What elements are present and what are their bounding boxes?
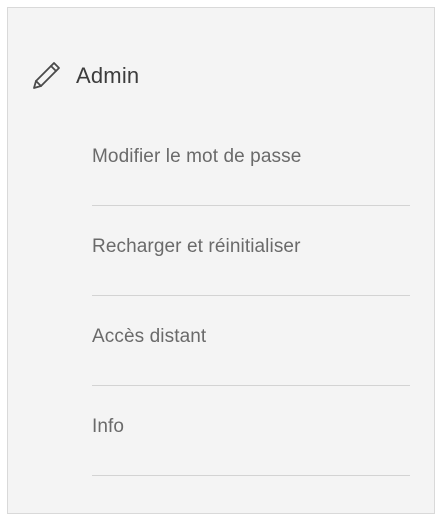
menu-item-info[interactable]: Info: [92, 386, 410, 476]
menu-item-remote-access[interactable]: Accès distant: [92, 296, 410, 386]
menu-item-label: Accès distant: [92, 326, 207, 347]
pencil-icon: [26, 56, 66, 96]
menu-item-label: Modifier le mot de passe: [92, 146, 302, 167]
menu-item-label: Recharger et réinitialiser: [92, 236, 301, 257]
menu-item-change-password[interactable]: Modifier le mot de passe: [92, 116, 410, 206]
menu-item-reload-reset[interactable]: Recharger et réinitialiser: [92, 206, 410, 296]
menu-item-label: Info: [92, 416, 125, 437]
admin-panel: Admin Modifier le mot de passe Recharger…: [7, 7, 435, 514]
admin-title: Admin: [76, 63, 140, 88]
admin-header: Admin: [26, 54, 139, 98]
admin-menu: Modifier le mot de passe Recharger et ré…: [92, 116, 410, 476]
